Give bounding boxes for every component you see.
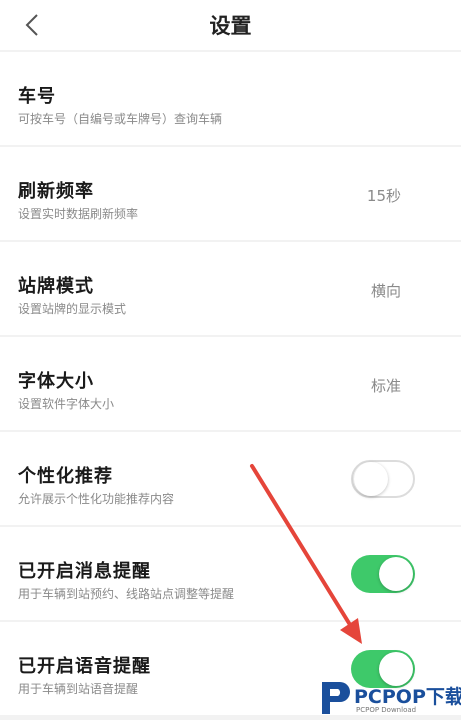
settings-list: 车号 可按车号（自编号或车牌号）查询车辆 刷新频率 设置实时数据刷新频率 15秒… <box>0 52 461 717</box>
page-title: 设置 <box>209 14 252 38</box>
setting-title: 刷新频率 <box>18 181 94 202</box>
pcpop-logo-icon <box>322 682 350 714</box>
setting-description: 用于车辆到站语音提醒 <box>18 682 139 696</box>
toggle-knob <box>354 462 388 496</box>
setting-description: 用于车辆到站预约、线路站点调整等提醒 <box>18 587 235 601</box>
setting-description: 设置站牌的显示模式 <box>18 302 127 316</box>
setting-row-refresh-rate[interactable]: 刷新频率 设置实时数据刷新频率 15秒 <box>0 147 461 240</box>
watermark-subtitle: PCPOP Download <box>356 706 417 714</box>
setting-value: 横向 <box>370 282 401 300</box>
watermark: PCPOP下载 PCPOP Download <box>318 678 461 720</box>
setting-title: 已开启语音提醒 <box>18 656 151 677</box>
setting-row-font-size[interactable]: 字体大小 设置软件字体大小 标准 <box>0 337 461 430</box>
setting-description: 可按车号（自编号或车牌号）查询车辆 <box>18 112 223 126</box>
message-reminder-toggle[interactable] <box>351 555 415 593</box>
setting-title: 个性化推荐 <box>18 466 113 487</box>
setting-description: 允许展示个性化功能推荐内容 <box>18 492 175 506</box>
header-bar: 设置 <box>0 0 461 50</box>
watermark-brand: PCPOP下载 <box>354 686 461 708</box>
personalized-recommendation-toggle[interactable] <box>351 460 415 498</box>
setting-row-message-reminder: 已开启消息提醒 用于车辆到站预约、线路站点调整等提醒 <box>0 527 461 620</box>
setting-title: 字体大小 <box>18 371 94 392</box>
setting-row-car-number[interactable]: 车号 可按车号（自编号或车牌号）查询车辆 <box>0 52 461 145</box>
setting-description: 设置软件字体大小 <box>18 397 115 411</box>
setting-value: 15秒 <box>366 187 401 205</box>
setting-title: 车号 <box>18 86 56 107</box>
setting-value: 标准 <box>370 377 401 395</box>
setting-description: 设置实时数据刷新频率 <box>18 207 139 221</box>
setting-row-personalized-recommendation: 个性化推荐 允许展示个性化功能推荐内容 <box>0 432 461 525</box>
toggle-knob <box>379 557 413 591</box>
setting-title: 已开启消息提醒 <box>18 561 151 582</box>
setting-title: 站牌模式 <box>18 276 94 297</box>
setting-row-stop-mode[interactable]: 站牌模式 设置站牌的显示模式 横向 <box>0 242 461 335</box>
